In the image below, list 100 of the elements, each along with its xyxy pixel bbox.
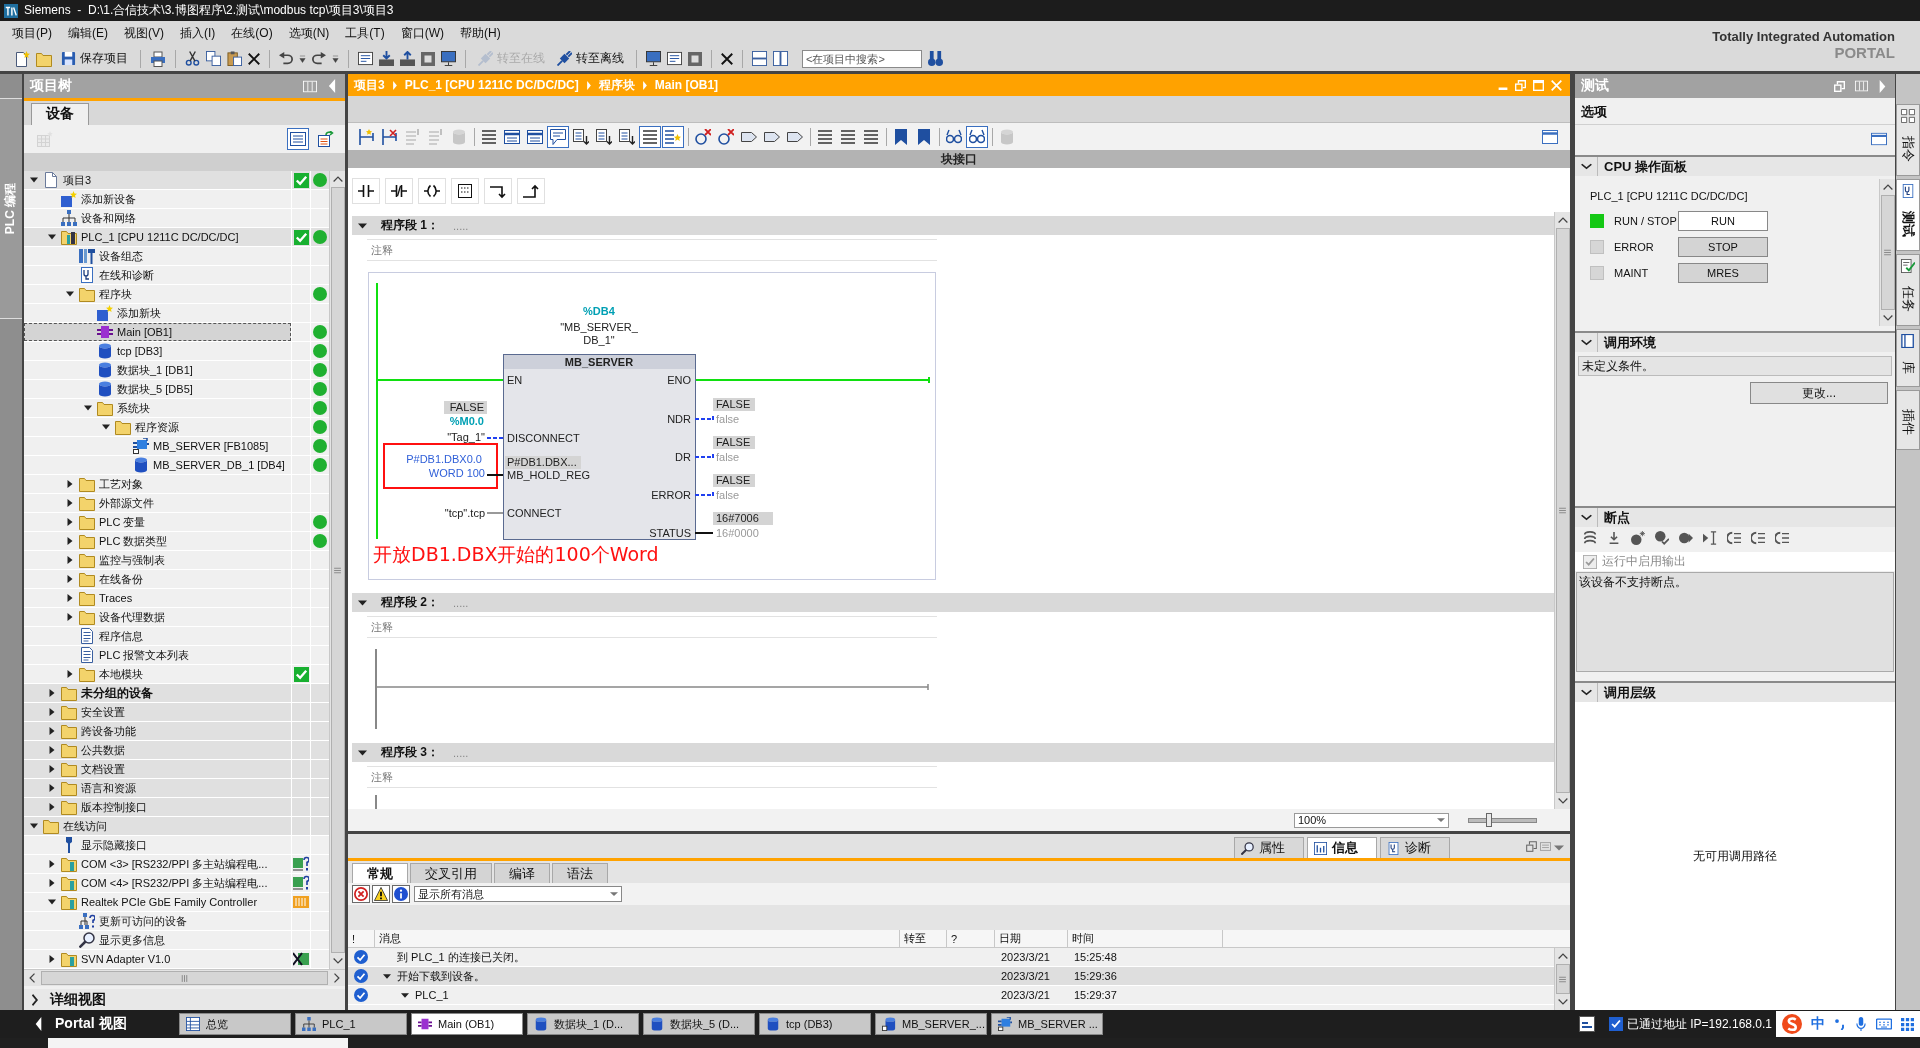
- editor-tab[interactable]: PLC_1: [295, 1013, 407, 1035]
- message-row[interactable]: 开始下载到设备。 2023/3/21 15:29:36: [348, 967, 1554, 986]
- triangle-right-icon[interactable]: [48, 803, 56, 812]
- editor-tab[interactable]: Main (OB1): [411, 1013, 523, 1035]
- menu-item[interactable]: 视图(V): [116, 22, 172, 45]
- instruction-button[interactable]: [352, 178, 380, 204]
- tab[interactable]: 交叉引用: [410, 863, 492, 883]
- triangle-right-icon[interactable]: [66, 518, 74, 527]
- printer-icon[interactable]: [150, 50, 166, 67]
- column-header[interactable]: !: [348, 930, 375, 947]
- triangle-right-icon[interactable]: [66, 594, 74, 603]
- editor-tab[interactable]: 总览: [179, 1013, 291, 1035]
- dot-check-icon[interactable]: [1655, 531, 1669, 545]
- download-icon[interactable]: [379, 51, 394, 66]
- triangle-right-icon[interactable]: [48, 955, 56, 964]
- square-icon[interactable]: [421, 51, 435, 66]
- grid-icon[interactable]: [1901, 1017, 1914, 1031]
- tab[interactable]: 信息: [1307, 837, 1377, 858]
- panel-icon[interactable]: [1871, 132, 1887, 146]
- tree-item[interactable]: 设备组态: [24, 247, 291, 266]
- mode-button[interactable]: RUN: [1678, 211, 1768, 231]
- menu-item[interactable]: 帮助(H): [452, 22, 509, 45]
- tree-item[interactable]: 显示隐藏接口: [24, 836, 291, 855]
- triangle-down-icon[interactable]: [84, 404, 92, 413]
- warning-icon[interactable]: [372, 885, 390, 903]
- monitor-icon[interactable]: [441, 51, 456, 66]
- vertical-scrollbar[interactable]: [1879, 179, 1895, 326]
- section-header[interactable]: 断点: [1575, 506, 1895, 527]
- info-icon[interactable]: [392, 885, 410, 903]
- triangle-right-icon[interactable]: [66, 499, 74, 508]
- zoom-dropdown[interactable]: 100%: [1294, 812, 1449, 828]
- tree-item[interactable]: COM <4> [RS232/PPI 多主站编程电...: [24, 874, 291, 893]
- document-lines-icon[interactable]: [667, 51, 682, 66]
- speech-bubble-icon[interactable]: [547, 125, 569, 148]
- instruction-button[interactable]: [451, 178, 479, 204]
- search-field[interactable]: <在项目中搜索>: [802, 49, 922, 68]
- vertical-scrollbar[interactable]: [1554, 948, 1570, 1010]
- tab[interactable]: 诊断: [1380, 837, 1450, 858]
- triangle-right-icon[interactable]: [48, 689, 56, 698]
- menu-item[interactable]: 项目(P): [4, 22, 60, 45]
- tree-item[interactable]: 数据块_1 [DB1]: [24, 361, 291, 380]
- menu-item[interactable]: 编辑(E): [60, 22, 116, 45]
- error-icon[interactable]: [352, 885, 370, 903]
- triangle-down-icon[interactable]: [30, 176, 38, 185]
- triangle-down-icon[interactable]: [30, 822, 38, 831]
- triangle-down-icon[interactable]: [102, 423, 110, 432]
- tree-item[interactable]: tcp [DB3]: [24, 342, 291, 361]
- column-header[interactable]: 消息: [375, 930, 900, 947]
- table-icon[interactable]: [287, 127, 309, 150]
- triangle-right-icon[interactable]: [48, 765, 56, 774]
- tree-item[interactable]: 语言和资源: [24, 779, 291, 798]
- tree-item[interactable]: PLC 数据类型: [24, 532, 291, 551]
- editor-tab[interactable]: tcp (DB3): [759, 1013, 871, 1035]
- menu-item[interactable]: 在线(O): [223, 22, 281, 45]
- tree-item[interactable]: PLC 报警文本列表: [24, 646, 291, 665]
- new-page-icon[interactable]: [14, 50, 30, 67]
- tab[interactable]: 属性: [1234, 837, 1304, 858]
- column-header[interactable]: 日期: [995, 930, 1068, 947]
- lines-icon[interactable]: [639, 125, 661, 148]
- triangle-right-icon[interactable]: [66, 575, 74, 584]
- document-lines-icon[interactable]: [358, 51, 373, 66]
- list-icon[interactable]: [1751, 531, 1765, 545]
- triangle-right-icon[interactable]: [48, 784, 56, 793]
- triangle-right-icon[interactable]: [66, 537, 74, 546]
- list-icon[interactable]: [1775, 531, 1789, 545]
- comment-field[interactable]: 注释: [367, 616, 937, 638]
- editor-tab[interactable]: 数据块_1 (D...: [527, 1013, 639, 1035]
- triangle-right-icon[interactable]: [48, 727, 56, 736]
- triangle-right-icon[interactable]: [48, 746, 56, 755]
- column-header[interactable]: 转至: [900, 930, 947, 947]
- tree-item[interactable]: 程序信息: [24, 627, 291, 646]
- split-vertical-icon[interactable]: [773, 51, 788, 66]
- tree-item[interactable]: PLC 变量: [24, 513, 291, 532]
- tree-item[interactable]: MB_SERVER [FB1085]: [24, 437, 291, 456]
- copy-icon[interactable]: [206, 51, 221, 66]
- square-icon[interactable]: [688, 51, 702, 66]
- triangle-right-icon[interactable]: [48, 879, 56, 888]
- side-tab[interactable]: 任务: [1896, 254, 1920, 326]
- triangle-down-icon[interactable]: [48, 233, 56, 242]
- side-tab[interactable]: 指令: [1896, 104, 1920, 176]
- scrollbar-thumb[interactable]: [1555, 964, 1570, 994]
- editor-tab[interactable]: MB_SERVER_...: [875, 1013, 987, 1035]
- mode-button[interactable]: STOP: [1678, 237, 1768, 257]
- editor-tab[interactable]: 数据块_5 (D...: [643, 1013, 755, 1035]
- triangle-down-icon[interactable]: [48, 898, 56, 907]
- menu-item[interactable]: 工具(T): [337, 22, 393, 45]
- instruction-button[interactable]: [484, 178, 512, 204]
- network-header[interactable]: 程序段 1： .....: [352, 216, 1554, 235]
- side-tab[interactable]: 插件: [1896, 390, 1920, 450]
- triangle-right-icon[interactable]: [66, 556, 74, 565]
- tree-item[interactable]: 项目3: [24, 171, 291, 190]
- triangle-down-icon[interactable]: [66, 290, 74, 299]
- tree-item[interactable]: 在线和诊断: [24, 266, 291, 285]
- network-title-field[interactable]: .....: [453, 746, 513, 759]
- network-title-field[interactable]: .....: [453, 219, 513, 232]
- redo-icon[interactable]: [312, 52, 326, 65]
- portal-view-button[interactable]: Portal 视图: [0, 1011, 175, 1037]
- tree-item[interactable]: 添加新设备: [24, 190, 291, 209]
- triangle-down-icon[interactable]: [358, 221, 367, 230]
- undo-icon[interactable]: [279, 52, 293, 65]
